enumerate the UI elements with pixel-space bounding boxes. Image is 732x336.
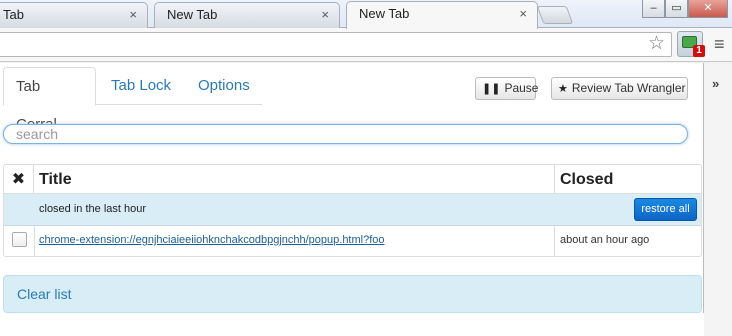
tab-options[interactable]: Options	[186, 67, 262, 106]
time-group-label: closed in the last hour	[39, 203, 147, 215]
time-group-row: closed in the last hour restore all	[4, 194, 701, 226]
restore-all-button[interactable]: restore all	[634, 198, 697, 221]
tab-wrangler-popup: Tab Corral Tab Lock Options ❚❚Pause ★Rev…	[0, 63, 704, 336]
bookmark-star-icon[interactable]: ☆	[648, 32, 665, 55]
browser-tab-strip: Tab × New Tab × New Tab × – ▭ ✕	[0, 0, 732, 29]
search-input[interactable]	[3, 124, 688, 144]
tab-wrangler-extension-button[interactable]: 1	[677, 31, 705, 57]
table-header: ✖ Title Closed	[4, 165, 701, 194]
address-bar[interactable]	[0, 32, 672, 57]
tab-close-icon[interactable]: ×	[129, 3, 137, 27]
extension-badge: 1	[693, 45, 705, 57]
browser-tab-title: Tab	[3, 7, 24, 22]
popup-bottom-area	[0, 313, 704, 336]
title-column-header: Title	[39, 171, 72, 188]
closed-time: about an hour ago	[560, 234, 650, 246]
tab-tab-corral[interactable]: Tab Corral	[3, 67, 96, 133]
column-divider	[34, 226, 35, 256]
pause-button[interactable]: ❚❚ Pause	[475, 77, 539, 100]
remove-all-icon[interactable]: ✖	[4, 165, 34, 194]
browser-toolbar: ☆ 1 ≡	[0, 28, 732, 62]
table-row: chrome-extension://egnjhciaieeiiohknchak…	[4, 226, 701, 256]
bookmarks-overflow-chevron[interactable]: »	[712, 76, 719, 91]
browser-tab-active[interactable]: New Tab ×	[346, 1, 538, 29]
maximize-button[interactable]: ▭	[665, 0, 688, 18]
column-divider	[554, 226, 555, 256]
clear-list-panel: Clear list	[3, 275, 702, 313]
closed-tab-link[interactable]: chrome-extension://egnjhciaieeiiohknchak…	[39, 226, 385, 254]
pause-label: Pause	[504, 81, 539, 95]
closed-column-header: Closed	[554, 165, 701, 194]
new-tab-button[interactable]	[536, 6, 574, 24]
clear-list-link[interactable]: Clear list	[17, 276, 71, 312]
closed-tabs-table: ✖ Title Closed closed in the last hour r…	[3, 164, 702, 257]
page-background	[704, 64, 732, 336]
browser-tab-title: New Tab	[167, 7, 218, 22]
tab-close-icon[interactable]: ×	[321, 3, 329, 27]
browser-tab-title: New Tab	[359, 6, 410, 21]
close-window-button[interactable]: ✕	[688, 0, 728, 18]
pause-icon: ❚❚	[482, 83, 501, 95]
browser-tab[interactable]: Tab ×	[0, 2, 148, 28]
minimize-button[interactable]: –	[642, 0, 665, 18]
review-label: Review Tab Wrangler	[571, 81, 686, 95]
review-tab-wrangler-button[interactable]: ★ Review Tab Wrangler	[551, 77, 688, 100]
tab-close-icon[interactable]: ×	[519, 2, 527, 26]
browser-tab[interactable]: New Tab ×	[154, 2, 340, 28]
star-icon: ★	[558, 83, 568, 95]
tab-tab-lock[interactable]: Tab Lock	[99, 67, 183, 106]
popup-tabs: Tab Corral Tab Lock Options	[3, 67, 262, 133]
row-checkbox[interactable]	[12, 232, 27, 247]
chrome-menu-icon[interactable]: ≡	[714, 35, 725, 53]
window-controls: – ▭ ✕	[642, 0, 728, 18]
